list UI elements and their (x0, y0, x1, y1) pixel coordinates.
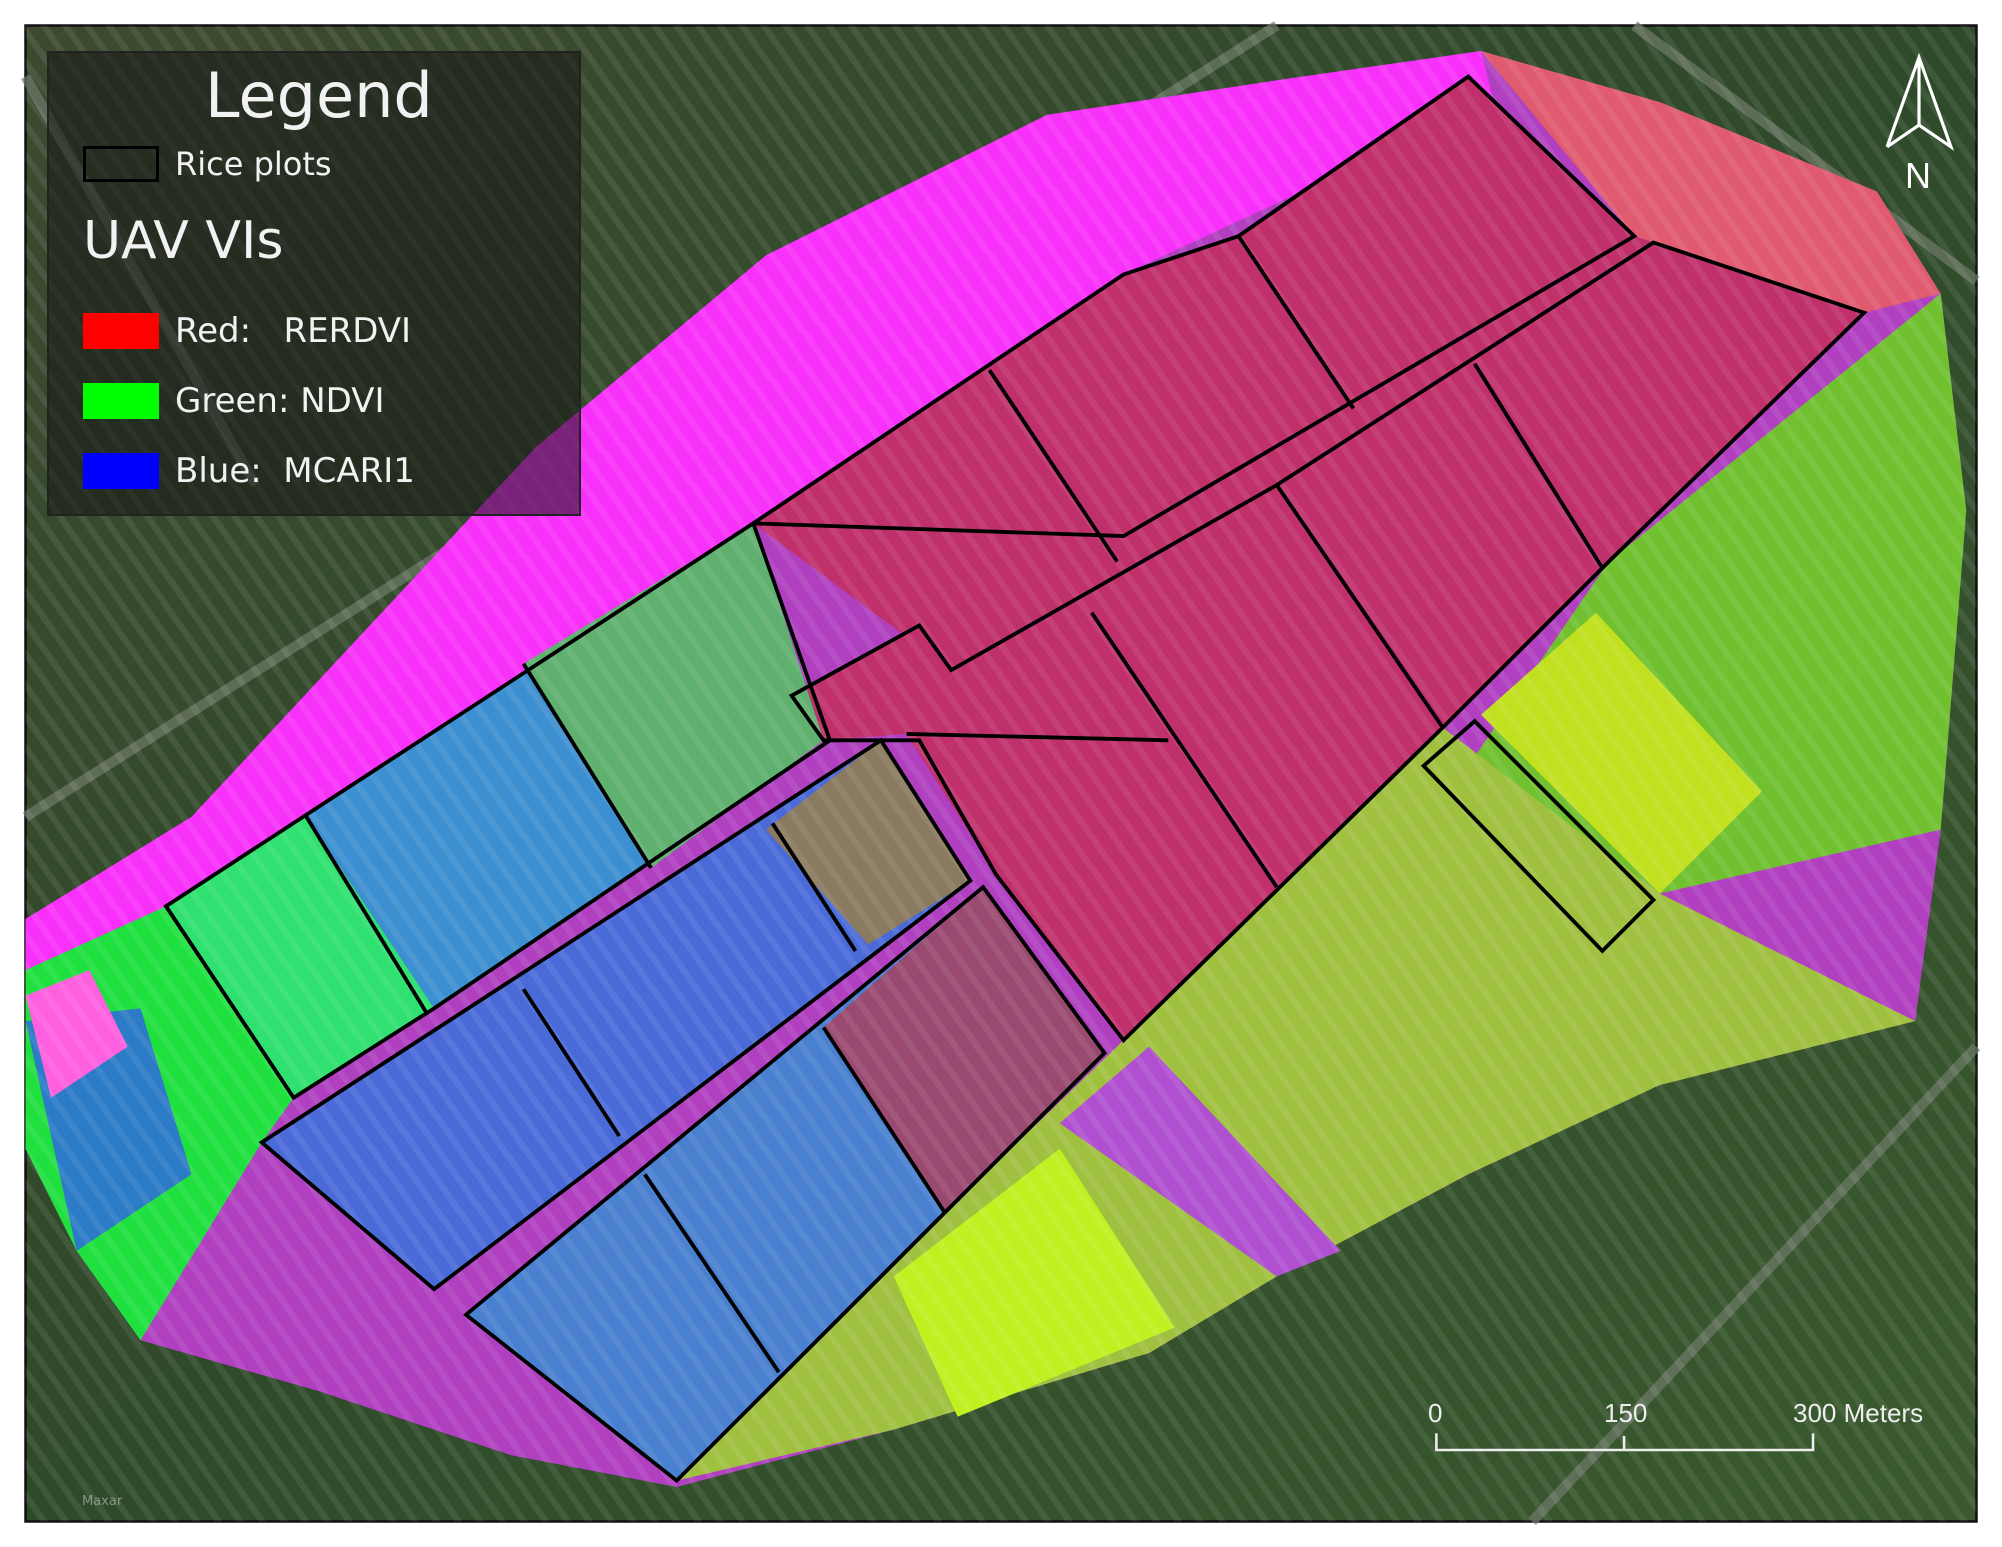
scale-label-150: 150 (1604, 1398, 1648, 1428)
rice-plot-swatch (83, 146, 159, 182)
green-swatch (83, 383, 159, 419)
legend-label: Rice plots (175, 145, 332, 183)
scale-label-300: 300 Meters (1793, 1398, 1924, 1428)
attribution: Maxar (82, 1494, 123, 1509)
legend-panel: Legend Rice plots UAV VIs Red: RERDVI Gr… (47, 51, 581, 516)
red-swatch (83, 313, 159, 349)
legend-label: Red: RERDVI (175, 311, 412, 351)
legend-subtitle: UAV VIs (83, 211, 284, 271)
scale-label-0: 0 (1428, 1398, 1443, 1428)
legend-label: Green: NDVI (175, 381, 385, 421)
legend-label: Blue: MCARI1 (175, 451, 415, 491)
legend-item-red: Red: RERDVI (83, 311, 411, 351)
north-label: N (1905, 155, 1931, 196)
legend-item-green: Green: NDVI (83, 381, 385, 421)
legend-title: Legend (205, 59, 433, 132)
legend-item-rice-plots: Rice plots (83, 145, 332, 183)
blue-swatch (83, 453, 159, 489)
legend-item-blue: Blue: MCARI1 (83, 451, 415, 491)
